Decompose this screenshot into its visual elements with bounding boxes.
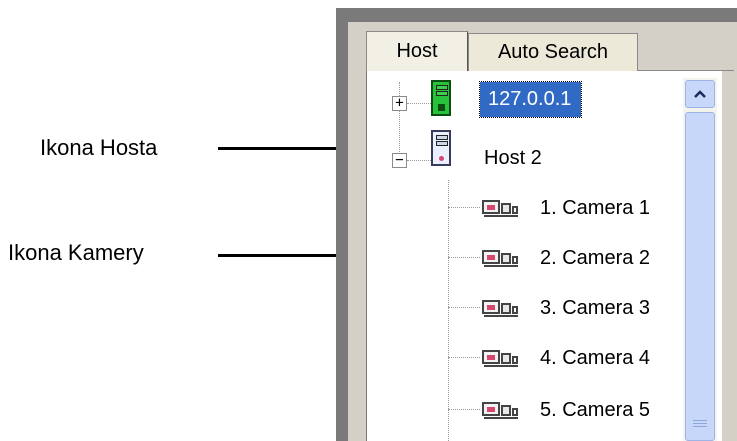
camera-label: 2. Camera 2 (540, 246, 651, 269)
tab-auto-search-label: Auto Search (497, 41, 609, 63)
tree-line (448, 409, 480, 410)
tree-line (448, 257, 480, 258)
camera-icon (482, 400, 532, 420)
scrollbar-grip-icon (693, 420, 707, 430)
tree-node-camera[interactable]: 2. Camera 2 (482, 246, 650, 270)
camera-label: 3. Camera 3 (540, 296, 651, 319)
camera-icon-annotation-label: Ikona Kamery (8, 240, 144, 265)
tree-line (448, 207, 480, 208)
collapse-toggle-host-2[interactable]: − (392, 153, 407, 168)
tree-line (448, 357, 480, 358)
tree-line (407, 160, 431, 161)
scroll-up-button[interactable] (685, 80, 715, 108)
camera-label: 5. Camera 5 (540, 398, 651, 421)
tree-node-camera[interactable]: 5. Camera 5 (482, 398, 650, 422)
tree-line (448, 180, 449, 441)
tab-auto-search[interactable]: Auto Search (468, 33, 638, 71)
camera-label: 1. Camera 1 (540, 196, 651, 219)
tab-host-label: Host (396, 40, 438, 62)
host-icon (431, 80, 451, 116)
host-icon-annotation-label: Ikona Hosta (40, 135, 158, 160)
tree-node-camera[interactable]: 3. Camera 3 (482, 296, 650, 320)
chevron-up-icon (694, 90, 706, 98)
camera-label: 4. Camera 4 (540, 346, 651, 369)
tree-node-camera[interactable]: 1. Camera 1 (482, 196, 650, 220)
tree-node-host-1[interactable]: 127.0.0.1 (478, 81, 583, 118)
tree-node-camera[interactable]: 4. Camera 4 (482, 346, 650, 370)
camera-icon (482, 348, 532, 368)
camera-icon (482, 198, 532, 218)
expand-toggle-host-1[interactable]: + (392, 96, 407, 111)
tree-node-host-2[interactable]: Host 2 (484, 147, 542, 170)
tree-line (399, 82, 400, 162)
host-icon (431, 130, 451, 166)
tree-line (407, 103, 431, 104)
camera-icon (482, 298, 532, 318)
camera-icon (482, 248, 532, 268)
scrollbar-thumb[interactable] (685, 112, 715, 441)
tab-host[interactable]: Host (366, 31, 468, 71)
tree-line (448, 307, 480, 308)
